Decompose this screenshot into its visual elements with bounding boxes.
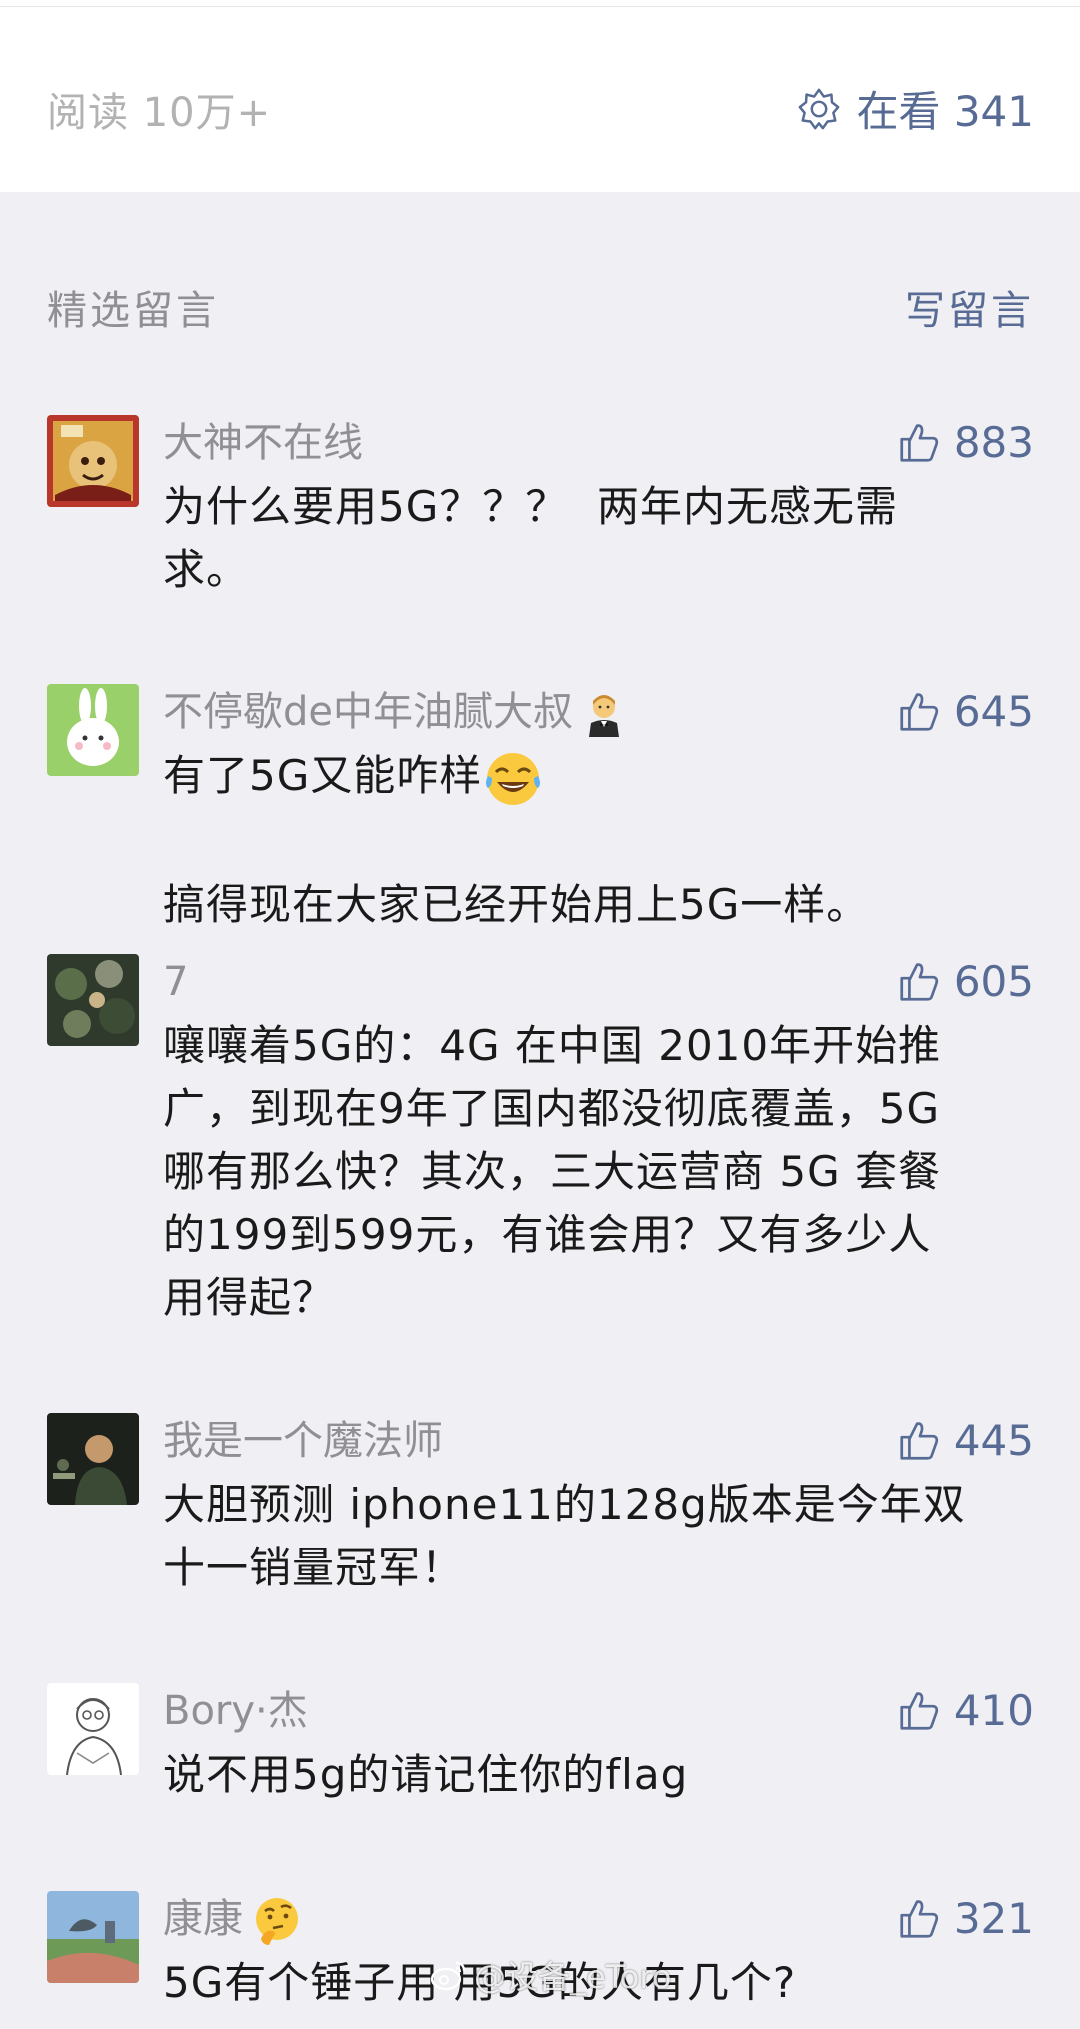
like-count: 605 (953, 957, 1034, 1006)
nickname[interactable]: 不停歇de中年油腻大叔 (163, 684, 627, 740)
featured-comments-header: 精选留言 写留言 (47, 278, 1034, 336)
like-button[interactable]: 410 (896, 1683, 1034, 1739)
looking-button[interactable]: 在看 341 (796, 78, 1034, 139)
like-count: 445 (953, 1416, 1034, 1465)
like-button[interactable]: 883 (896, 415, 1034, 471)
thumbs-up-icon (900, 1900, 938, 1938)
weibo-icon (430, 1961, 466, 1991)
avatar[interactable] (47, 1683, 139, 1775)
comment-text: 大胆预测 iphone11的128g版本是今年双 十一销量冠军！ (163, 1480, 966, 1592)
thinking-face-emoji-icon (256, 1898, 298, 1945)
avatar[interactable] (47, 684, 139, 776)
looking-label: 在看 341 (856, 87, 1034, 136)
thumbs-up-icon (900, 424, 938, 462)
nickname[interactable]: 我是一个魔法师 (163, 1413, 443, 1469)
thumbs-up-icon (900, 1422, 938, 1460)
read-count: 阅读 10万+ (47, 90, 272, 136)
like-button[interactable]: 445 (896, 1413, 1034, 1469)
looking-flower-icon (799, 88, 840, 129)
watermark-text: @设备_eToro (474, 1958, 672, 1996)
thumbs-up-icon (900, 963, 938, 1001)
write-comment-button[interactable]: 写留言 (905, 278, 1034, 336)
like-count: 645 (953, 687, 1034, 736)
green-bunny-avatar-icon (47, 684, 139, 776)
avatar[interactable] (47, 415, 139, 507)
dark-photo-avatar-icon (47, 954, 139, 1046)
night-photo-avatar-icon (47, 1413, 139, 1505)
tears-of-joy-emoji-icon (486, 752, 541, 805)
like-button[interactable]: 605 (896, 954, 1034, 1010)
avatar[interactable] (47, 1891, 139, 1983)
nickname[interactable]: Bory·杰 (163, 1683, 308, 1739)
comment-text-line: 搞得现在大家已经开始用上5G一样。 (163, 879, 870, 929)
man-in-tuxedo-emoji-icon (589, 695, 619, 737)
avatar[interactable] (47, 954, 139, 1046)
comment-text: 为什么要用5G？？？ 两年内无感无需 求。 (163, 482, 898, 594)
comment-text: 说不用5g的请记住你的flag (163, 1750, 689, 1799)
nickname[interactable]: 7 (163, 954, 188, 1010)
nickname[interactable]: 大神不在线 (163, 415, 363, 471)
like-count: 321 (953, 1894, 1034, 1943)
red-illustration-avatar-icon (47, 415, 139, 507)
thumbs-up-icon (900, 693, 938, 731)
comment-text-line: 有了5G又能咋样 (163, 751, 483, 800)
sketch-avatar-icon (47, 1683, 139, 1775)
like-button[interactable]: 321 (896, 1891, 1034, 1947)
like-button[interactable]: 645 (896, 684, 1034, 740)
thumbs-up-icon (900, 1692, 938, 1730)
landscape-avatar-icon (47, 1891, 139, 1983)
like-count: 410 (953, 1686, 1034, 1735)
article-stats-bar: 阅读 10万+ 在看 341 (0, 0, 1080, 192)
nickname[interactable]: 康康 (163, 1891, 303, 1947)
comment-text: 有了5G又能咋样 搞得现在大家已经开始用上5G一样。 (163, 744, 1043, 936)
divider (0, 6, 1080, 7)
section-title: 精选留言 (47, 288, 219, 334)
comment-text: 嚷嚷着5G的：4G 在中国 2010年开始推 广，到现在9年了国内都没彻底覆盖，… (163, 1021, 942, 1322)
nickname-text: 康康 (163, 1896, 243, 1942)
like-count: 883 (953, 418, 1034, 467)
weibo-watermark: @设备_eToro (430, 1952, 671, 1998)
avatar[interactable] (47, 1413, 139, 1505)
nickname-text: 不停歇de中年油腻大叔 (163, 689, 573, 735)
